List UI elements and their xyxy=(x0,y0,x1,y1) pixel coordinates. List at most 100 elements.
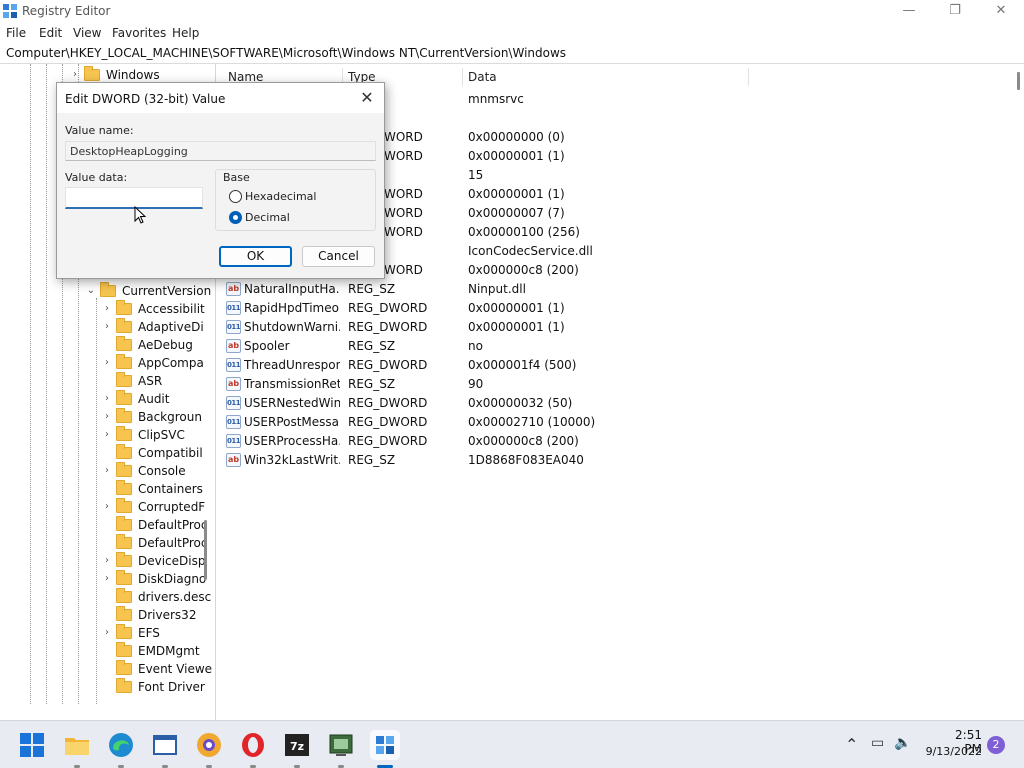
tree-item[interactable]: › AdaptiveDi xyxy=(102,318,204,336)
values-scroll-arrow-icon[interactable] xyxy=(1017,72,1020,90)
tree-item-label: ASR xyxy=(138,374,163,388)
tree-item[interactable]: Compatibil xyxy=(102,444,203,462)
notification-badge[interactable]: 2 xyxy=(987,736,1005,754)
value-data: Ninput.dll xyxy=(468,282,526,296)
maximize-button[interactable]: ❐ xyxy=(932,0,978,24)
column-header-data[interactable]: Data xyxy=(468,70,497,84)
hexadecimal-radio[interactable] xyxy=(229,190,242,203)
menu-file[interactable]: File xyxy=(6,26,26,40)
value-row[interactable]: ab NaturalInputHa... REG_SZ Ninput.dll xyxy=(220,280,980,299)
value-row[interactable]: 011 USERPostMessa... REG_DWORD 0x00002710 (… xyxy=(220,413,980,432)
column-separator[interactable] xyxy=(462,68,463,86)
value-row[interactable]: ab Win32kLastWrit... REG_SZ 1D8868F083EA040 xyxy=(220,451,980,470)
folder-icon xyxy=(84,66,100,81)
tree-item[interactable]: › Audit xyxy=(102,390,202,408)
value-type: REG_SZ xyxy=(348,453,396,467)
folder-icon xyxy=(116,606,132,621)
edge-icon[interactable] xyxy=(106,730,136,760)
folder-icon xyxy=(116,570,132,585)
tree-item[interactable]: Event Viewe xyxy=(102,660,212,678)
clock-date[interactable]: 9/13/2022 xyxy=(924,745,982,758)
menu-view[interactable]: View xyxy=(73,26,101,40)
tree-item[interactable]: Drivers32 xyxy=(102,606,202,624)
opera-icon[interactable] xyxy=(238,730,268,760)
menu-edit[interactable]: Edit xyxy=(39,26,62,40)
tree-item[interactable]: › ClipSVC xyxy=(102,426,202,444)
chevron-right-icon[interactable]: › xyxy=(102,573,112,585)
value-data: 1D8868F083EA040 xyxy=(468,453,584,467)
tree-item-current-key[interactable]: ⌄ CurrentVersion xyxy=(86,282,211,300)
tree-item[interactable]: DefaultProc xyxy=(102,534,207,552)
volume-icon[interactable]: 🔈 xyxy=(894,735,911,751)
tree-item[interactable]: › Backgroun xyxy=(102,408,202,426)
file-explorer-icon[interactable] xyxy=(62,730,92,760)
tree-item[interactable]: › DiskDiagno xyxy=(102,570,206,588)
dialog-close-button[interactable]: ✕ xyxy=(356,87,378,109)
tree-item[interactable]: ASR xyxy=(102,372,202,390)
value-row[interactable]: ab Spooler REG_SZ no xyxy=(220,337,980,356)
decimal-label[interactable]: Decimal xyxy=(245,211,290,224)
network-icon[interactable]: ▭ xyxy=(871,735,884,751)
value-type: REG_DWORD xyxy=(348,434,428,448)
chevron-right-icon[interactable]: › xyxy=(102,555,112,567)
chevron-right-icon[interactable]: › xyxy=(102,627,112,639)
notepad-like-icon[interactable] xyxy=(150,730,180,760)
column-separator[interactable] xyxy=(748,68,749,86)
folder-icon xyxy=(116,624,132,639)
value-row[interactable]: 011ThreadUnrespon... REG_DWORD 0x000001f4 … xyxy=(220,356,980,375)
decimal-radio[interactable] xyxy=(229,211,242,224)
chevron-right-icon[interactable]: › xyxy=(102,393,112,405)
value-row[interactable]: 011 ShutdownWarni... REG_DWORD 0x00000001 (… xyxy=(220,318,980,337)
minimize-button[interactable]: — xyxy=(886,0,932,24)
chevron-right-icon[interactable]: › xyxy=(102,465,112,477)
chevron-right-icon[interactable]: › xyxy=(102,429,112,441)
dialog-titlebar: Edit DWORD (32-bit) Value ✕ xyxy=(57,83,384,113)
ok-button[interactable]: OK xyxy=(219,246,292,267)
tree-item[interactable]: › Accessibilit xyxy=(102,300,205,318)
registry-editor-icon[interactable] xyxy=(370,730,400,760)
mouse-cursor-icon xyxy=(134,206,146,224)
tree-item[interactable]: › EFS xyxy=(102,624,202,642)
value-row[interactable]: abTransmissionRet... REG_SZ 90 xyxy=(220,375,980,394)
address-path[interactable]: Computer\HKEY_LOCAL_MACHINE\SOFTWARE\Mic… xyxy=(6,46,566,60)
tree-item[interactable]: Containers xyxy=(102,480,203,498)
menu-favorites[interactable]: Favorites xyxy=(112,26,166,40)
folder-icon xyxy=(116,642,132,657)
tree-item[interactable]: DefaultProc xyxy=(102,516,207,534)
tree-item[interactable]: › DeviceDisp xyxy=(102,552,205,570)
value-row[interactable]: 011 USERProcessHa... REG_DWORD 0x000000c8 (… xyxy=(220,432,980,451)
menu-help[interactable]: Help xyxy=(172,26,199,40)
chevron-right-icon[interactable]: › xyxy=(102,321,112,333)
chevron-right-icon[interactable]: › xyxy=(70,69,80,81)
chevron-right-icon[interactable]: › xyxy=(102,303,112,315)
address-bar[interactable]: Computer\HKEY_LOCAL_MACHINE\SOFTWARE\Mic… xyxy=(0,44,1024,64)
value-type: REG_SZ xyxy=(348,377,396,391)
chevron-right-icon[interactable]: › xyxy=(102,357,112,369)
tree-item[interactable]: AeDebug xyxy=(102,336,202,354)
tree-item-label: AdaptiveDi xyxy=(138,320,204,334)
chevron-right-icon[interactable]: › xyxy=(102,411,112,423)
value-row[interactable]: 011USERNestedWin... REG_DWORD 0x00000032 (… xyxy=(220,394,980,413)
tree-item[interactable]: › Console xyxy=(102,462,202,480)
chevron-right-icon[interactable]: › xyxy=(102,501,112,513)
value-row[interactable]: 011 RapidHpdTimeo... REG_DWORD 0x00000001 (… xyxy=(220,299,980,318)
tree-item[interactable]: drivers.desc xyxy=(102,588,211,606)
value-type: WORD xyxy=(384,187,423,201)
close-window-button[interactable]: ✕ xyxy=(978,0,1024,24)
chromium-browser-icon[interactable] xyxy=(194,730,224,760)
chevron-down-icon[interactable]: ⌄ xyxy=(86,285,96,297)
value-data: 0x00000001 (1) xyxy=(468,149,565,163)
tree-item[interactable]: › AppCompa xyxy=(102,354,204,372)
tree-item[interactable]: EMDMgmt xyxy=(102,642,202,660)
tree-item[interactable]: › CorruptedF xyxy=(102,498,205,516)
start-icon[interactable] xyxy=(17,730,47,760)
hexadecimal-label[interactable]: Hexadecimal xyxy=(245,190,316,203)
cancel-button[interactable]: Cancel xyxy=(302,246,375,267)
tree-vertical-scrollbar[interactable] xyxy=(204,520,207,580)
app-window-icon[interactable] xyxy=(326,730,356,760)
7zip-icon[interactable]: 7z xyxy=(282,730,312,760)
tree-item[interactable]: Font Driver xyxy=(102,678,205,696)
show-hidden-icons-chevron-icon[interactable]: ⌃ xyxy=(845,735,858,754)
dialog-title: Edit DWORD (32-bit) Value xyxy=(65,92,226,106)
